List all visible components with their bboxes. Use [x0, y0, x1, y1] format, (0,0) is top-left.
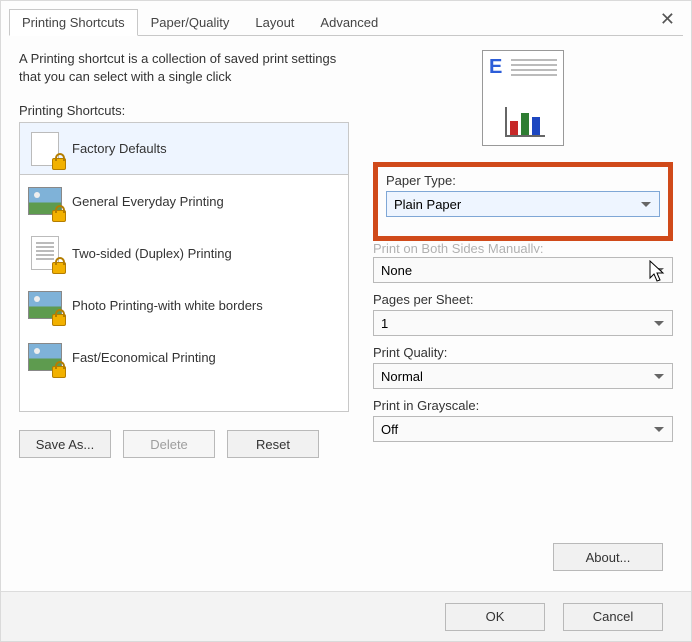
shortcut-label: Two-sided (Duplex) Printing [72, 246, 232, 261]
photo-icon [26, 182, 64, 220]
lock-icon [52, 366, 66, 378]
delete-button: Delete [123, 430, 215, 458]
grayscale-select[interactable]: Off [373, 416, 673, 442]
paper-type-highlight: Paper Type: Plain Paper [373, 162, 673, 241]
preview-letter: E [489, 57, 502, 77]
preview-lines [511, 59, 557, 61]
save-as-button[interactable]: Save As... [19, 430, 111, 458]
about-row: About... [553, 543, 663, 571]
shortcut-general-everyday[interactable]: General Everyday Printing [20, 175, 348, 227]
close-button[interactable]: ✕ [652, 5, 683, 34]
right-pane: E Paper Type: Plain Paper Print on Both … [373, 50, 673, 458]
page-icon [26, 130, 64, 168]
shortcuts-listbox[interactable]: Factory Defaults General Everyday Printi… [19, 122, 349, 412]
reset-button[interactable]: Reset [227, 430, 319, 458]
lock-icon [52, 158, 66, 170]
shortcut-factory-defaults[interactable]: Factory Defaults [20, 123, 348, 175]
ok-button[interactable]: OK [445, 603, 545, 631]
paper-type-label: Paper Type: [386, 173, 660, 188]
tab-content: A Printing shortcut is a collection of s… [1, 36, 691, 466]
tab-paper-quality[interactable]: Paper/Quality [138, 9, 243, 35]
about-button[interactable]: About... [553, 543, 663, 571]
shortcut-fast-economical[interactable]: Fast/Economical Printing [20, 331, 348, 383]
lock-icon [52, 314, 66, 326]
dialog-footer: OK Cancel [1, 591, 691, 641]
tab-advanced[interactable]: Advanced [307, 9, 391, 35]
tab-layout[interactable]: Layout [242, 9, 307, 35]
preview-chart-icon [505, 107, 545, 137]
print-quality-select[interactable]: Normal [373, 363, 673, 389]
shortcut-photo-borders[interactable]: Photo Printing-with white borders [20, 279, 348, 331]
page-icon [26, 234, 64, 272]
print-quality-label: Print Quality: [373, 345, 673, 360]
tab-strip: Printing Shortcuts Paper/Quality Layout … [9, 9, 683, 36]
lock-icon [52, 210, 66, 222]
both-sides-label: Print on Both Sides Manually: [373, 241, 673, 253]
paper-type-select[interactable]: Plain Paper [386, 191, 660, 217]
tab-printing-shortcuts[interactable]: Printing Shortcuts [9, 9, 138, 36]
shortcut-label: General Everyday Printing [72, 194, 224, 209]
grayscale-label: Print in Grayscale: [373, 398, 673, 413]
shortcut-label: Fast/Economical Printing [72, 350, 216, 365]
both-sides-select[interactable]: None [373, 257, 673, 283]
pages-per-sheet-select[interactable]: 1 [373, 310, 673, 336]
shortcut-buttons: Save As... Delete Reset [19, 430, 349, 458]
shortcut-label: Factory Defaults [72, 141, 167, 156]
photo-icon [26, 286, 64, 324]
page-preview: E [482, 50, 564, 146]
pages-per-sheet-label: Pages per Sheet: [373, 292, 673, 307]
left-pane: A Printing shortcut is a collection of s… [19, 50, 349, 458]
cancel-button[interactable]: Cancel [563, 603, 663, 631]
photo-icon [26, 338, 64, 376]
shortcut-duplex[interactable]: Two-sided (Duplex) Printing [20, 227, 348, 279]
lock-icon [52, 262, 66, 274]
shortcut-label: Photo Printing-with white borders [72, 298, 263, 313]
intro-text: A Printing shortcut is a collection of s… [19, 50, 349, 85]
shortcuts-label: Printing Shortcuts: [19, 103, 349, 118]
print-preferences-window: ✕ Printing Shortcuts Paper/Quality Layou… [0, 0, 692, 642]
